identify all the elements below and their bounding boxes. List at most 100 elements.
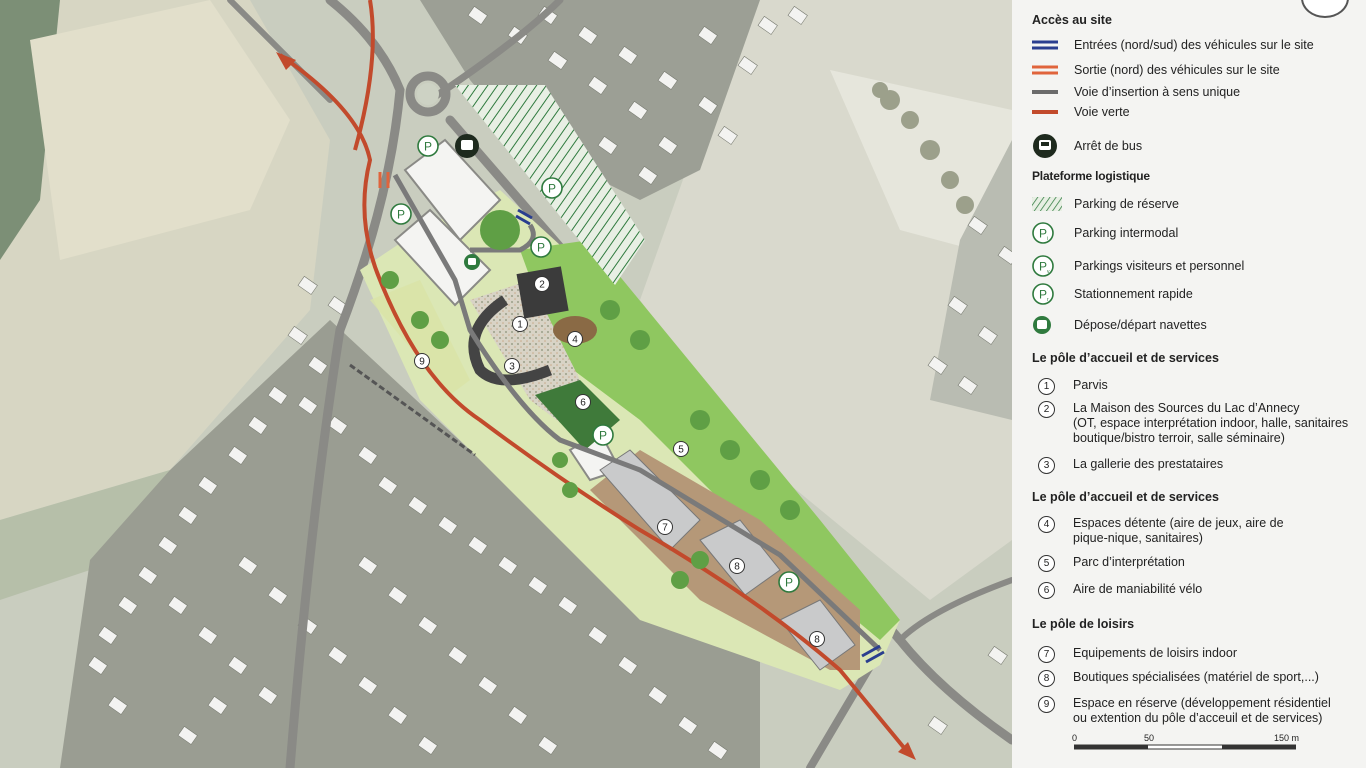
- number-marker-icon: 9: [1038, 696, 1055, 713]
- legend-platform-row: Pr Stationnement rapide: [1032, 283, 1193, 305]
- legend-label: Aire de maniabilité vélo: [1073, 582, 1202, 597]
- number-marker-icon: 5: [1038, 555, 1055, 572]
- legend-pole-item: 7 Equipements de loisirs indoor: [1032, 646, 1237, 663]
- map-number-marker: 1: [512, 316, 528, 332]
- map-parking-glyph: P: [599, 429, 607, 443]
- map-parking-glyph: P: [424, 140, 432, 154]
- map-number-marker: 5: [673, 441, 689, 457]
- svg-text:P: P: [1039, 288, 1047, 302]
- legend-platform-row: Dépose/départ navettes: [1032, 315, 1207, 335]
- legend-label: Parking de réserve: [1074, 197, 1179, 211]
- grey-line: [1032, 82, 1062, 102]
- map-number-marker: 2: [534, 276, 550, 292]
- map-number-label: 7: [662, 523, 668, 534]
- legend-label: Entrées (nord/sud) des véhicules sur le …: [1074, 38, 1314, 52]
- legend-label: Voie verte: [1074, 105, 1130, 119]
- map-number-marker: 8: [729, 558, 745, 574]
- red-line: [1032, 102, 1062, 122]
- legend-platform-row: Pv Parkings visiteurs et personnel: [1032, 255, 1245, 277]
- map-legend: Accès au site Entrées (nord/sud) des véh…: [1012, 0, 1366, 768]
- scale-label-50: 50: [1144, 733, 1155, 743]
- legend-pole-item: 9 Espace en réserve (développement réside…: [1032, 696, 1331, 726]
- svg-text:P: P: [1039, 260, 1047, 274]
- legend-platform-row: Parking de réserve: [1032, 194, 1179, 214]
- legend-label: Espaces détente (aire de jeux, aire de pi…: [1073, 516, 1284, 546]
- legend-label-line: boutique/bistro terroir, salle séminaire…: [1073, 431, 1285, 445]
- number-marker-icon: 2: [1038, 401, 1055, 418]
- parking-icon: Pv: [1032, 255, 1062, 277]
- legend-label: Parc d’interprétation: [1073, 555, 1185, 570]
- building-maison-des-sources: [516, 266, 569, 319]
- legend-pole-item: 8 Boutiques spécialisées (matériel de spo…: [1032, 670, 1319, 687]
- map-number-marker: 7: [657, 519, 673, 535]
- legend-label: Parking intermodal: [1074, 226, 1179, 240]
- map-number-label: 5: [678, 445, 684, 456]
- double-line-orange: [1032, 60, 1062, 80]
- legend-pole-item: 1 Parvis: [1032, 378, 1108, 395]
- svg-text:i: i: [1047, 236, 1048, 242]
- map-number-marker: 3: [504, 358, 520, 374]
- legend-label: Parvis: [1073, 378, 1108, 393]
- legend-label: Arrêt de bus: [1074, 139, 1143, 153]
- legend-label: Voie d’insertion à sens unique: [1074, 85, 1241, 99]
- legend-label: Sortie (nord) des véhicules sur le site: [1074, 63, 1280, 77]
- legend-pole-item: 2 La Maison des Sources du Lac d’Annecy (O…: [1032, 401, 1348, 446]
- number-marker-icon: 3: [1038, 457, 1055, 474]
- legend-heading-access: Accès au site: [1032, 13, 1112, 27]
- legend-label-line: pique-nique, sanitaires): [1073, 531, 1203, 545]
- map-number-label: 8: [734, 562, 740, 573]
- legend-label-line: La Maison des Sources du Lac d’Annecy: [1073, 401, 1300, 415]
- shuttle-icon: [1032, 315, 1062, 335]
- legend-label-line: (OT, espace interprétation indoor, halle…: [1073, 416, 1349, 430]
- map-number-marker: 8: [809, 631, 825, 647]
- legend-access-row: Voie verte: [1032, 102, 1130, 122]
- number-marker-icon: 1: [1038, 378, 1055, 395]
- hatched-parking: [1032, 194, 1062, 214]
- legend-label-line: Aire de maniabilité vélo: [1073, 582, 1203, 596]
- legend-label-line: Espace en réserve (développement résiden…: [1073, 696, 1331, 710]
- map-number-label: 2: [539, 280, 545, 291]
- legend-access-row: Sortie (nord) des véhicules sur le site: [1032, 60, 1280, 80]
- site-plan-map: 1 2 3 4 5 6 7 8 8 9 P P P P P P: [0, 0, 1012, 768]
- legend-pole-item: 3 La gallerie des prestataires: [1032, 457, 1223, 474]
- parking-icon: Pi: [1032, 222, 1062, 244]
- number-marker-icon: 4: [1038, 516, 1055, 533]
- scale-bar: [1074, 744, 1296, 750]
- legend-pole-item: 4 Espaces détente (aire de jeux, aire de p…: [1032, 516, 1284, 546]
- legend-label: Dépose/départ navettes: [1074, 318, 1207, 332]
- number-marker-icon: 7: [1038, 646, 1055, 663]
- legend-pole-item: 6 Aire de maniabilité vélo: [1032, 582, 1202, 599]
- legend-label-line: Espaces détente (aire de jeux, aire de: [1073, 516, 1284, 530]
- map-number-label: 6: [580, 398, 586, 409]
- legend-label-line: ou extention du pôle d’acceuil et de ser…: [1073, 711, 1323, 725]
- map-parking-icon: P: [530, 236, 552, 258]
- map-parking-icon: P: [390, 203, 412, 225]
- legend-label-line: Equipements de loisirs indoor: [1073, 646, 1237, 660]
- bus-stop-icon: [1032, 134, 1062, 158]
- legend-heading-pole: Le pôle d’accueil et de services: [1032, 490, 1219, 504]
- legend-label-line: Parc d’interprétation: [1073, 555, 1185, 569]
- legend-label: Parkings visiteurs et personnel: [1074, 259, 1245, 273]
- map-number-marker: 4: [567, 331, 583, 347]
- legend-heading-platform: Plateforme logistique: [1032, 169, 1150, 183]
- legend-label: Stationnement rapide: [1074, 287, 1193, 301]
- scale-label-0: 0: [1072, 733, 1078, 743]
- number-marker-icon: 8: [1038, 670, 1055, 687]
- north-arrow-icon: [1301, 0, 1349, 18]
- parking-icon: Pr: [1032, 283, 1062, 305]
- legend-label-line: Boutiques spécialisées (matériel de spor…: [1073, 670, 1319, 684]
- map-parking-glyph: P: [548, 182, 556, 196]
- legend-heading-pole: Le pôle d’accueil et de services: [1032, 351, 1219, 365]
- double-line-blue: [1032, 35, 1062, 55]
- legend-heading-pole: Le pôle de loisirs: [1032, 617, 1135, 631]
- map-parking-icon: P: [778, 571, 800, 593]
- svg-text:P: P: [1039, 227, 1047, 241]
- map-parking-icon: P: [541, 177, 563, 199]
- map-parking-glyph: P: [397, 208, 405, 222]
- legend-access-row: Entrées (nord/sud) des véhicules sur le …: [1032, 35, 1314, 55]
- map-number-label: 9: [419, 357, 425, 368]
- legend-label: La gallerie des prestataires: [1073, 457, 1223, 472]
- map-number-label: 3: [509, 362, 515, 373]
- legend-pole-item: 5 Parc d’interprétation: [1032, 555, 1185, 572]
- legend-access-row: Arrêt de bus: [1032, 134, 1143, 158]
